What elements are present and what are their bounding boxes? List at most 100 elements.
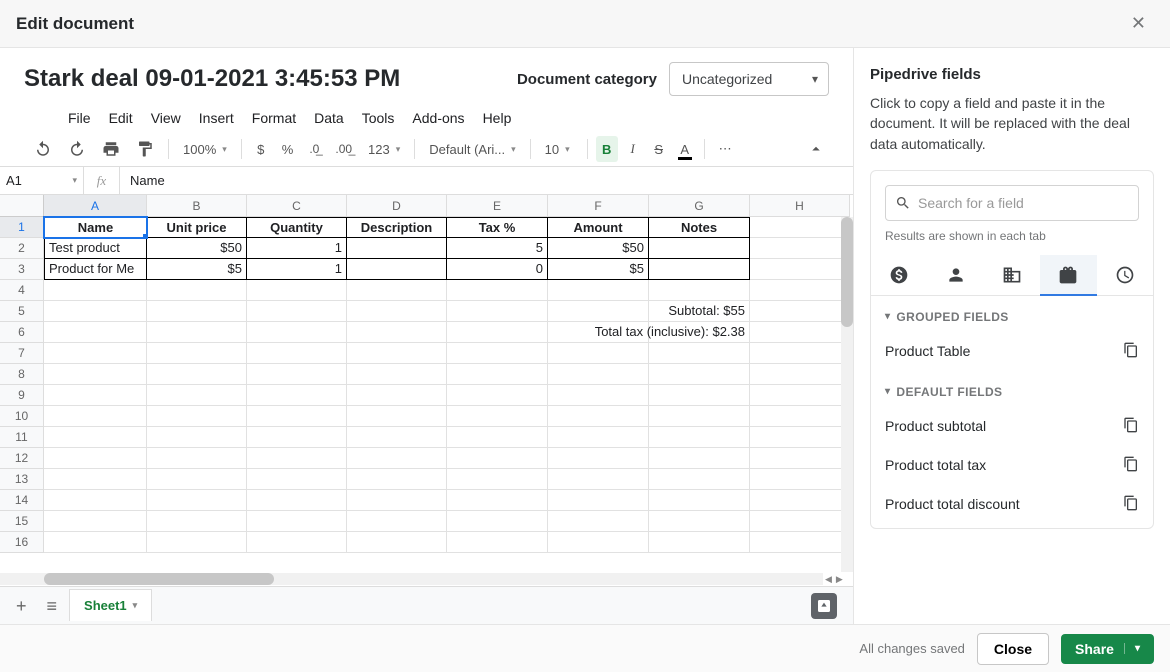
cell-H11[interactable] (750, 427, 850, 448)
more-tools-icon[interactable]: ⋯ (713, 136, 738, 162)
cell-B1[interactable]: Unit price (147, 217, 247, 238)
menu-help[interactable]: Help (483, 110, 512, 126)
col-header-C[interactable]: C (247, 195, 347, 217)
cell-D16[interactable] (347, 532, 447, 553)
formula-input[interactable]: Name (120, 173, 175, 188)
cell-E1[interactable]: Tax % (447, 217, 548, 238)
cell-E14[interactable] (447, 490, 548, 511)
cell-E7[interactable] (447, 343, 548, 364)
cell-C15[interactable] (247, 511, 347, 532)
fx-icon[interactable]: fx (84, 167, 120, 194)
field-search-input[interactable] (885, 185, 1139, 221)
cell-D14[interactable] (347, 490, 447, 511)
cell-D2[interactable] (347, 238, 447, 259)
cell-G10[interactable] (649, 406, 750, 427)
cell-F7[interactable] (548, 343, 649, 364)
cell-B12[interactable] (147, 448, 247, 469)
cell-A7[interactable] (44, 343, 147, 364)
cell-G14[interactable] (649, 490, 750, 511)
cell-C8[interactable] (247, 364, 347, 385)
row-header-9[interactable]: 9 (0, 385, 44, 406)
menu-format[interactable]: Format (252, 110, 296, 126)
row-header-2[interactable]: 2 (0, 238, 44, 259)
tab-person[interactable] (927, 255, 983, 295)
cell-E10[interactable] (447, 406, 548, 427)
cell-E8[interactable] (447, 364, 548, 385)
cell-C13[interactable] (247, 469, 347, 490)
cell-G12[interactable] (649, 448, 750, 469)
menu-insert[interactable]: Insert (199, 110, 234, 126)
tab-organization[interactable] (984, 255, 1040, 295)
cell-A5[interactable] (44, 301, 147, 322)
cell-C12[interactable] (247, 448, 347, 469)
redo-icon[interactable] (62, 136, 92, 162)
cell-B7[interactable] (147, 343, 247, 364)
row-header-3[interactable]: 3 (0, 259, 44, 280)
row-header-10[interactable]: 10 (0, 406, 44, 427)
row-header-12[interactable]: 12 (0, 448, 44, 469)
row-header-4[interactable]: 4 (0, 280, 44, 301)
cell-B8[interactable] (147, 364, 247, 385)
cell-D5[interactable] (347, 301, 447, 322)
cell-B3[interactable]: $5 (147, 259, 247, 280)
cell-H6[interactable] (750, 322, 850, 343)
cell-E4[interactable] (447, 280, 548, 301)
tab-activity[interactable] (1097, 255, 1153, 295)
currency-icon[interactable]: $ (250, 136, 272, 162)
cell-A4[interactable] (44, 280, 147, 301)
cell-C2[interactable]: 1 (247, 238, 347, 259)
cell-G6[interactable]: Total tax (inclusive): $2.38 (649, 322, 750, 343)
copy-icon[interactable] (1123, 417, 1139, 436)
row-header-15[interactable]: 15 (0, 511, 44, 532)
cell-A11[interactable] (44, 427, 147, 448)
cell-D7[interactable] (347, 343, 447, 364)
cell-H9[interactable] (750, 385, 850, 406)
default-fields-header[interactable]: DEFAULT FIELDS (871, 371, 1153, 407)
cell-F11[interactable] (548, 427, 649, 448)
cell-G16[interactable] (649, 532, 750, 553)
cell-C16[interactable] (247, 532, 347, 553)
row-header-14[interactable]: 14 (0, 490, 44, 511)
cell-D11[interactable] (347, 427, 447, 448)
cell-G8[interactable] (649, 364, 750, 385)
cell-C7[interactable] (247, 343, 347, 364)
font-size-select[interactable]: 10 (539, 142, 579, 157)
cell-reference[interactable]: A1 (0, 167, 84, 194)
print-icon[interactable] (96, 136, 126, 162)
cell-F13[interactable] (548, 469, 649, 490)
cell-E5[interactable] (447, 301, 548, 322)
row-header-11[interactable]: 11 (0, 427, 44, 448)
cell-F14[interactable] (548, 490, 649, 511)
menu-file[interactable]: File (68, 110, 91, 126)
increase-decimal-icon[interactable]: .00̲ (329, 136, 358, 162)
copy-icon[interactable] (1123, 495, 1139, 514)
col-header-B[interactable]: B (147, 195, 247, 217)
cell-F3[interactable]: $5 (548, 259, 649, 280)
cell-F5[interactable] (548, 301, 649, 322)
cell-C10[interactable] (247, 406, 347, 427)
add-sheet-button[interactable]: + (8, 591, 35, 621)
cell-G3[interactable] (649, 259, 750, 280)
col-header-F[interactable]: F (548, 195, 649, 217)
cell-G13[interactable] (649, 469, 750, 490)
cell-G1[interactable]: Notes (649, 217, 750, 238)
col-header-E[interactable]: E (447, 195, 548, 217)
cell-B9[interactable] (147, 385, 247, 406)
cell-B11[interactable] (147, 427, 247, 448)
cell-E15[interactable] (447, 511, 548, 532)
cell-F16[interactable] (548, 532, 649, 553)
cell-G2[interactable] (649, 238, 750, 259)
cell-C3[interactable]: 1 (247, 259, 347, 280)
cell-A9[interactable] (44, 385, 147, 406)
cell-A14[interactable] (44, 490, 147, 511)
cell-D6[interactable] (347, 322, 447, 343)
cell-H2[interactable] (750, 238, 850, 259)
field-row[interactable]: Product Table (871, 332, 1153, 371)
cell-G5[interactable]: Subtotal: $55 (649, 301, 750, 322)
field-row[interactable]: Product total discount (871, 485, 1153, 524)
cell-A8[interactable] (44, 364, 147, 385)
cell-C5[interactable] (247, 301, 347, 322)
cell-B10[interactable] (147, 406, 247, 427)
cell-G15[interactable] (649, 511, 750, 532)
row-header-7[interactable]: 7 (0, 343, 44, 364)
